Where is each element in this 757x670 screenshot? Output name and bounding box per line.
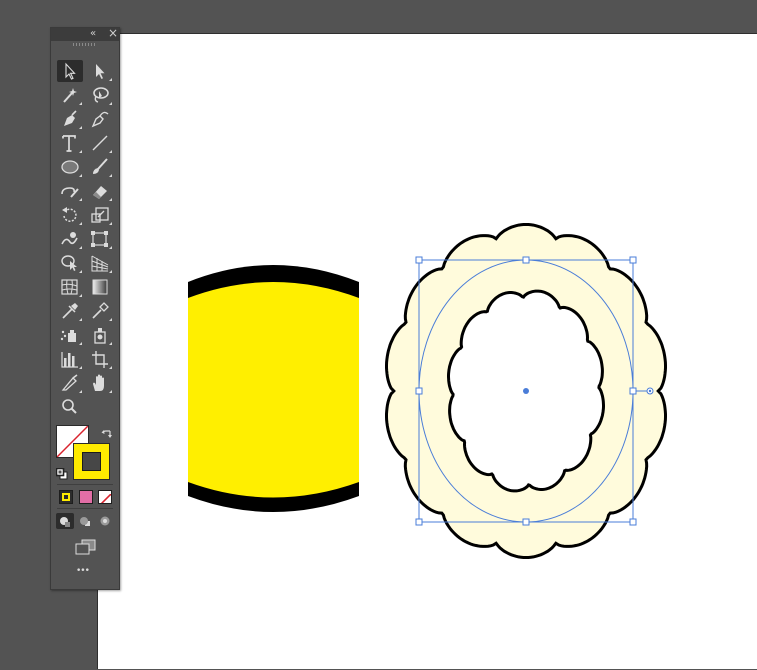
selection-arrow-icon — [65, 62, 76, 80]
selection-tool[interactable] — [57, 60, 83, 82]
magic-wand-tool[interactable] — [57, 84, 83, 106]
barrel-fill — [188, 282, 359, 498]
default-fill-stroke-button[interactable] — [55, 465, 68, 480]
default-colors-icon — [55, 467, 68, 480]
artboard[interactable] — [97, 33, 757, 669]
stroke-inner-gap — [82, 452, 101, 471]
scale-tool[interactable] — [87, 204, 113, 226]
zoom-tool[interactable] — [57, 396, 83, 418]
column-graph-tool[interactable] — [57, 348, 83, 370]
pie-widget-dot — [648, 389, 652, 393]
separator — [57, 484, 113, 485]
curvature-pen-icon — [91, 111, 109, 128]
symbol-tool[interactable] — [87, 324, 113, 346]
artboard-tool[interactable] — [87, 348, 113, 370]
color-mode-button[interactable] — [59, 490, 73, 504]
pen-tool[interactable] — [57, 108, 83, 130]
gradient-mode-button[interactable] — [79, 490, 93, 504]
eraser-tool[interactable] — [87, 180, 113, 202]
separator — [57, 508, 113, 509]
yellow-square-icon — [62, 493, 70, 501]
rotate-tool[interactable] — [57, 204, 83, 226]
artwork-canvas[interactable] — [98, 34, 757, 670]
change-screen-mode-button[interactable] — [72, 535, 98, 557]
hand-tool[interactable] — [87, 372, 113, 394]
draw-normal-icon — [60, 517, 70, 527]
slice-tool[interactable] — [57, 372, 83, 394]
handle-top[interactable] — [522, 256, 530, 264]
none-mode-button[interactable] — [98, 490, 112, 504]
draw-behind-icon — [80, 517, 90, 526]
handle-top-right[interactable] — [629, 256, 637, 264]
draw-inside-icon — [100, 516, 110, 526]
direct-selection-tool[interactable] — [87, 60, 113, 82]
free-transform-tool[interactable] — [87, 228, 113, 250]
eyedropper-tool[interactable] — [57, 300, 83, 322]
tools-panel-header[interactable]: « × — [51, 27, 119, 41]
gradient-icon — [92, 279, 108, 295]
none-slash-icon — [100, 493, 111, 503]
magnifier-icon — [62, 399, 77, 414]
handle-bottom[interactable] — [522, 518, 530, 526]
close-panel-button[interactable]: × — [108, 27, 118, 40]
shape-builder-tool[interactable] — [57, 252, 83, 274]
draw-behind-button[interactable] — [76, 513, 94, 529]
paintbrush-tool[interactable] — [87, 156, 113, 178]
line-segment-tool[interactable] — [87, 132, 113, 154]
curvature-tool[interactable] — [87, 108, 113, 130]
handle-bottom-right[interactable] — [629, 518, 637, 526]
handle-right[interactable] — [629, 387, 637, 395]
stroke-color-swatch[interactable] — [73, 443, 110, 480]
center-point — [523, 388, 529, 394]
color-picker-tool[interactable] — [87, 300, 113, 322]
swap-arrows-icon — [101, 430, 112, 438]
panel-grip[interactable] — [73, 43, 97, 46]
shaper-tool[interactable] — [57, 180, 83, 202]
symbol-sprayer-tool[interactable] — [57, 324, 83, 346]
warp-tool[interactable] — [57, 228, 83, 250]
type-tool[interactable] — [57, 132, 83, 154]
draw-inside-button[interactable] — [96, 513, 114, 529]
perspective-grid-tool[interactable] — [87, 252, 113, 274]
handle-bottom-left[interactable] — [415, 518, 423, 526]
tools-panel[interactable]: « × ••• — [50, 27, 120, 590]
draw-normal-button[interactable] — [56, 513, 74, 529]
edit-toolbar-button[interactable]: ••• — [76, 566, 90, 576]
ellipse-tool[interactable] — [57, 156, 83, 178]
barrel-shape[interactable] — [188, 265, 359, 512]
handle-left[interactable] — [415, 387, 423, 395]
mesh-tool[interactable] — [57, 276, 83, 298]
gradient-tool[interactable] — [87, 276, 113, 298]
collapse-panel-button[interactable]: « — [90, 27, 96, 40]
handle-top-left[interactable] — [415, 256, 423, 264]
screen-mode-icon — [75, 539, 96, 555]
lasso-tool[interactable] — [87, 84, 113, 106]
swap-fill-stroke-button[interactable] — [101, 426, 112, 438]
